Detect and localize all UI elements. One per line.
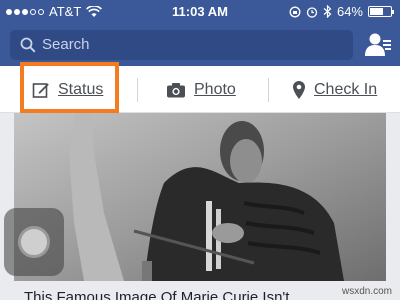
bluetooth-icon bbox=[323, 5, 332, 18]
location-pin-icon bbox=[293, 81, 305, 99]
check-in-button[interactable]: Check In bbox=[292, 76, 377, 104]
check-in-label: Check In bbox=[314, 81, 378, 98]
photo-button[interactable]: Photo bbox=[166, 76, 236, 104]
status-right: 64% bbox=[289, 4, 394, 19]
battery-percent: 64% bbox=[336, 4, 363, 19]
rotation-lock-icon bbox=[289, 6, 301, 17]
battery-fill bbox=[370, 8, 383, 15]
assistive-touch-button[interactable] bbox=[4, 208, 64, 276]
search-bar[interactable]: Search bbox=[10, 30, 353, 60]
friend-requests-icon[interactable] bbox=[364, 32, 392, 58]
divider bbox=[137, 78, 138, 102]
camera-icon bbox=[167, 83, 185, 98]
status-bar: AT&T 11:03 AM 64% bbox=[0, 0, 400, 24]
alarm-icon bbox=[306, 6, 318, 18]
photo-label: Photo bbox=[194, 81, 236, 98]
search-placeholder: Search bbox=[42, 36, 90, 53]
status-highlight-box bbox=[20, 62, 119, 113]
search-icon bbox=[20, 37, 36, 53]
post-image[interactable] bbox=[14, 113, 386, 281]
divider bbox=[268, 78, 269, 102]
watermark: wsxdn.com bbox=[341, 286, 392, 297]
app-header: AT&T 11:03 AM 64% Search bbox=[0, 0, 400, 66]
post-title[interactable]: This Famous Image Of Marie Curie Isn't bbox=[24, 289, 289, 300]
battery-icon bbox=[368, 6, 394, 17]
assistive-touch-icon bbox=[18, 226, 50, 258]
